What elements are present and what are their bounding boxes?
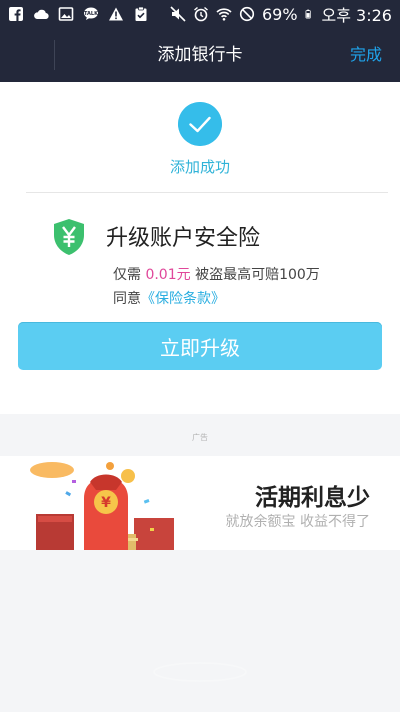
check-circle-icon xyxy=(178,102,222,146)
svg-text:¥: ¥ xyxy=(101,495,111,511)
gallery-icon xyxy=(58,7,74,21)
success-message: 添加成功 xyxy=(169,158,230,176)
agree-text: 同意 xyxy=(113,291,141,307)
mute-icon xyxy=(170,6,186,22)
battery-percent: 69% xyxy=(261,4,298,24)
coverage-text: 被盗最高可赔100万 xyxy=(195,267,320,283)
ad-subtitle: 就放余额宝 收益不得了 xyxy=(225,514,370,530)
red-envelope-illustration: ¥ xyxy=(30,462,174,550)
no-signal-icon xyxy=(239,6,255,22)
svg-text:TALK: TALK xyxy=(84,11,99,17)
nav-bar: 添加银行卡 完成 xyxy=(0,28,400,82)
cloud-icon xyxy=(34,9,49,20)
warning-icon xyxy=(109,7,123,21)
price-value: 0.01元 xyxy=(145,267,191,283)
page-title: 添加银行卡 xyxy=(157,45,243,65)
yuan-shield-icon xyxy=(54,219,84,255)
facebook-icon xyxy=(9,7,23,21)
wifi-icon xyxy=(216,8,232,21)
ad-label: 广告 xyxy=(192,433,208,442)
watermark-logo xyxy=(153,662,247,682)
terms-link[interactable]: 《保险条款》 xyxy=(141,291,225,307)
done-button[interactable]: 完成 xyxy=(350,28,382,82)
insurance-price-line: 仅需 0.01元 被盗最高可赔100万 xyxy=(113,264,320,284)
ad-banner[interactable]: ¥ 活期利息少 就放余额宝 收益不得了 xyxy=(0,456,400,550)
talk-icon: TALK xyxy=(84,7,99,20)
system-icons: 69% 오후 3:26 xyxy=(170,2,392,26)
upgrade-now-button[interactable]: 立即升级 xyxy=(18,322,382,370)
clock: 오후 3:26 xyxy=(321,6,392,25)
insurance-title: 升级账户安全险 xyxy=(106,226,261,251)
terms-line: 同意《保险条款》 xyxy=(113,288,225,308)
status-bar: TALK 69% 오후 3:26 xyxy=(0,0,400,28)
clipboard-icon xyxy=(135,6,147,21)
result-card: 添加成功 升级账户安全险 仅需 0.01元 被盗最高可赔100万 同意《保险条款… xyxy=(0,82,400,414)
battery-icon xyxy=(305,9,311,19)
price-prefix: 仅需 xyxy=(113,267,141,283)
notification-icons: TALK xyxy=(8,6,149,22)
divider xyxy=(26,192,388,193)
ad-title: 活期利息少 xyxy=(255,485,370,511)
alarm-icon xyxy=(194,6,208,22)
